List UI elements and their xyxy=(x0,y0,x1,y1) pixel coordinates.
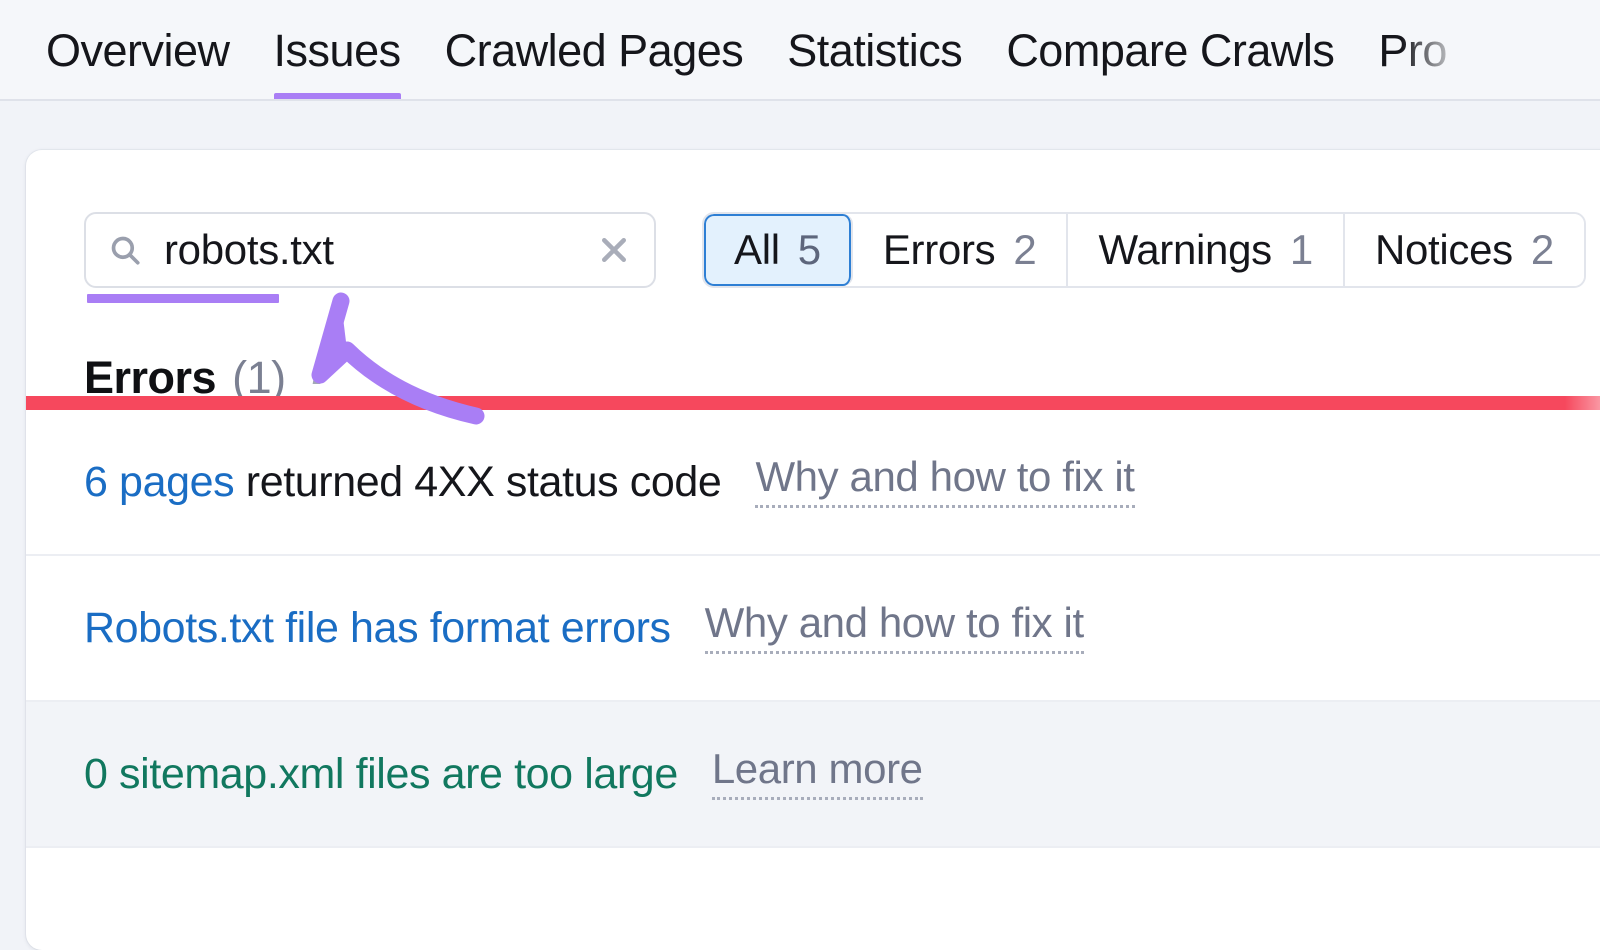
filter-count: 2 xyxy=(1013,226,1037,273)
filter-all[interactable]: All 5 xyxy=(704,214,853,286)
filter-notices[interactable]: Notices 2 xyxy=(1344,214,1584,286)
severity-filter-group: All 5 Errors 2 Warnings 1 Notices 2 xyxy=(702,212,1586,288)
search-icon xyxy=(108,233,142,267)
primary-tab-bar: Overview Issues Crawled Pages Statistics… xyxy=(0,0,1600,101)
search-input[interactable]: robots.txt xyxy=(84,212,656,303)
tab-overview[interactable]: Overview xyxy=(24,0,252,99)
errors-section-header: Errors (1) i xyxy=(26,288,1600,404)
tab-compare-crawls[interactable]: Compare Crawls xyxy=(984,0,1356,99)
issue-title-text: returned 4XX status code xyxy=(234,457,722,506)
tab-label: Overview xyxy=(46,24,230,76)
tab-crawled-pages[interactable]: Crawled Pages xyxy=(423,0,766,99)
issues-card: robots.txt All 5 Errors 2 Warnings 1 Not… xyxy=(26,150,1600,950)
filter-count: 5 xyxy=(797,226,821,273)
table-row[interactable]: 6 pages returned 4XX status code Why and… xyxy=(26,410,1600,556)
tab-label: Compare Crawls xyxy=(1006,24,1335,76)
info-icon[interactable]: i xyxy=(312,347,323,394)
issue-help-link[interactable]: Learn more xyxy=(711,748,923,800)
table-row[interactable]: 0 sitemap.xml files are too large Learn … xyxy=(26,702,1600,848)
filter-label: All xyxy=(734,226,780,273)
search-highlight-underline xyxy=(87,294,279,303)
search-input-value: robots.txt xyxy=(164,226,334,273)
issue-help-link[interactable]: Why and how to fix it xyxy=(704,602,1084,654)
tab-progress[interactable]: Pro xyxy=(1356,0,1469,99)
issue-title[interactable]: 0 sitemap.xml files are too large xyxy=(84,750,678,799)
filter-label: Notices xyxy=(1374,226,1513,273)
tab-label: Issues xyxy=(273,24,402,76)
filter-warnings[interactable]: Warnings 1 xyxy=(1068,214,1345,286)
close-icon[interactable] xyxy=(596,232,632,268)
filter-count: 2 xyxy=(1530,226,1554,273)
issue-title[interactable]: Robots.txt file has format errors xyxy=(84,604,671,653)
issues-toolbar: robots.txt All 5 Errors 2 Warnings 1 Not… xyxy=(26,150,1600,303)
tab-label: Crawled Pages xyxy=(444,24,744,76)
tab-label: Statistics xyxy=(787,24,963,76)
issue-affected-pages-link[interactable]: 6 pages xyxy=(84,458,235,506)
table-row[interactable]: Robots.txt file has format errors Why an… xyxy=(26,556,1600,702)
filter-count: 1 xyxy=(1289,226,1313,273)
tab-label: Pro xyxy=(1378,24,1447,76)
filter-label: Errors xyxy=(882,226,996,273)
tab-issues[interactable]: Issues xyxy=(252,0,423,99)
filter-errors[interactable]: Errors 2 xyxy=(852,214,1069,286)
issue-help-link[interactable]: Why and how to fix it xyxy=(755,456,1135,508)
filter-label: Warnings xyxy=(1098,226,1272,273)
tab-statistics[interactable]: Statistics xyxy=(765,0,984,99)
error-severity-bar xyxy=(26,396,1600,410)
issue-title: 6 pages returned 4XX status code xyxy=(84,457,722,507)
